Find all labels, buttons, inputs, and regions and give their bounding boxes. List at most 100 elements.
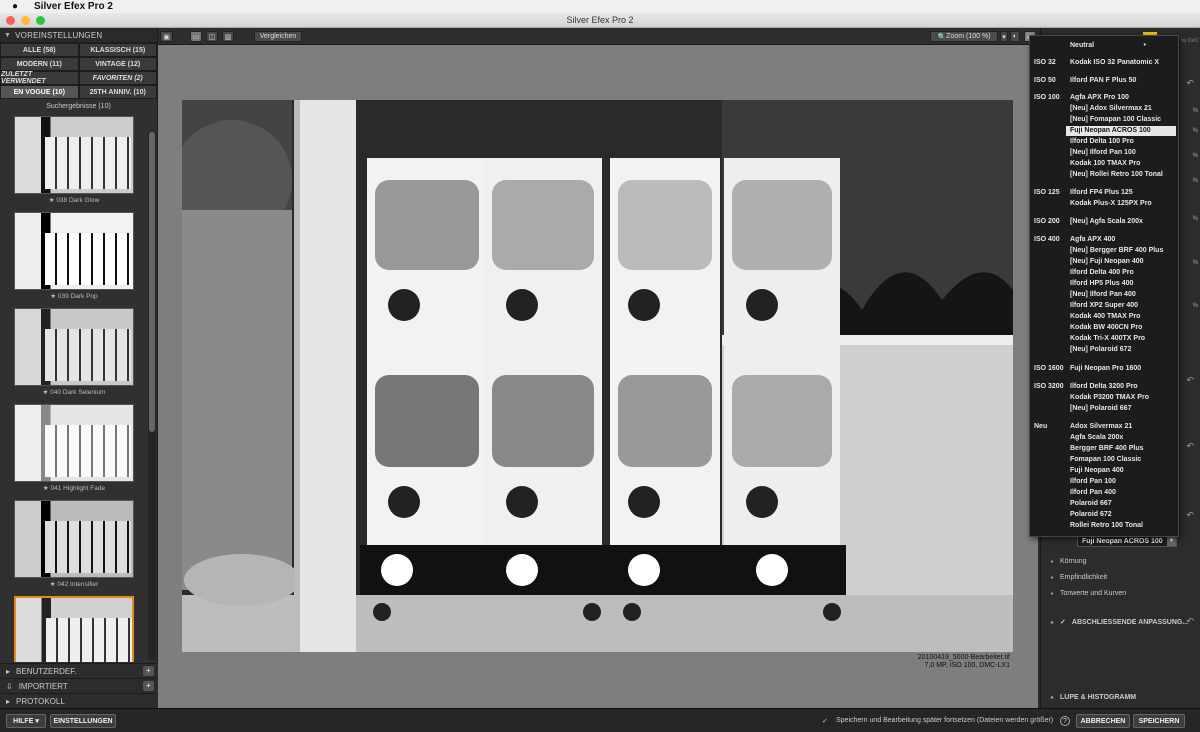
preset-item[interactable]: ★ 038 Dark Glow xyxy=(14,116,134,206)
side-by-side-button[interactable]: ▥ xyxy=(222,31,234,42)
preset-item[interactable]: ★ 040 Dark Selenium xyxy=(14,308,134,398)
film-option[interactable]: [Neu] Polaroid 667 xyxy=(1030,404,1180,415)
film-option[interactable]: ISO 125 Ilford FP4 Plus 125 xyxy=(1030,188,1180,199)
film-option[interactable]: [Neu] Adox Silvermax 21 xyxy=(1030,104,1180,115)
add-custom-preset-button[interactable]: + xyxy=(143,666,154,676)
minimize-window-button[interactable] xyxy=(21,16,30,25)
film-option[interactable]: Ilford Pan 400 xyxy=(1030,488,1180,499)
category-recent[interactable]: ZULETZT VERWENDET xyxy=(0,71,79,85)
film-option[interactable]: ISO 100 Agfa APX Pro 100 xyxy=(1030,93,1180,104)
film-option[interactable]: [Neu] Bergger BRF 400 Plus xyxy=(1030,246,1180,257)
help-button[interactable]: HILFE ▾ xyxy=(6,714,46,728)
preset-label: ★ 041 Highlight Fade xyxy=(42,485,106,492)
zoom-dropdown-icon[interactable]: ▾ xyxy=(1000,31,1008,42)
settings-button[interactable]: EINSTELLUNGEN xyxy=(50,714,116,728)
category-favorites[interactable]: FAVORITEN (2) xyxy=(78,71,157,85)
compare-button[interactable]: Vergleichen xyxy=(254,31,302,42)
preset-item[interactable]: ★ 039 Dark Pop xyxy=(14,212,134,302)
split-view-button[interactable]: ◫ xyxy=(206,31,218,42)
film-option[interactable]: ISO 3200 Ilford Delta 3200 Pro xyxy=(1030,382,1180,393)
save-button[interactable]: SPEICHERN xyxy=(1133,714,1185,728)
zoom-window-button[interactable] xyxy=(36,16,45,25)
film-option[interactable]: Bergger BRF 400 Plus xyxy=(1030,444,1180,455)
reset-icon[interactable]: ↶ xyxy=(1186,78,1194,89)
film-option[interactable]: Polaroid 667 xyxy=(1030,499,1180,510)
toggle-panel-button[interactable]: ▣ xyxy=(160,31,173,42)
expand-arrow-icon: ▸ xyxy=(6,696,11,706)
help-icon[interactable]: ? xyxy=(1060,716,1070,726)
reset-icon[interactable]: ↶ xyxy=(1186,441,1194,452)
preset-item[interactable]: ★ 042 Intensifier xyxy=(14,500,134,590)
apple-icon[interactable]: ● xyxy=(0,1,30,12)
film-option[interactable]: ISO 50 Ilford PAN F Plus 50 xyxy=(1030,76,1180,87)
category-classic[interactable]: KLASSISCH (15) xyxy=(78,43,157,57)
preset-list-scrollbar[interactable] xyxy=(148,132,156,660)
film-option[interactable]: Neutral • xyxy=(1030,41,1180,52)
app-menu[interactable]: Silver Efex Pro 2 xyxy=(30,1,113,12)
category-en-vogue[interactable]: EN VOGUE (10) xyxy=(0,85,79,99)
film-option[interactable]: Kodak 400 TMAX Pro xyxy=(1030,312,1180,323)
history-section[interactable]: ▸ PROTOKOLL xyxy=(0,693,158,708)
film-option[interactable]: ISO 400 Agfa APX 400 xyxy=(1030,235,1180,246)
film-option[interactable]: [Neu] Fuji Neopan 400 xyxy=(1030,257,1180,268)
single-view-button[interactable]: ▭ xyxy=(190,31,202,42)
film-option[interactable]: Neu Adox Silvermax 21 xyxy=(1030,422,1180,433)
film-option[interactable]: Kodak Plus-X 125PX Pro xyxy=(1030,199,1180,210)
film-option[interactable]: Ilford Delta 400 Pro xyxy=(1030,268,1180,279)
film-type-select[interactable]: Fuji Neopan ACROS 100 ▾ xyxy=(1077,536,1177,547)
film-option[interactable]: [Neu] Rollei Retro 100 Tonal xyxy=(1030,170,1180,181)
film-option[interactable]: [Neu] Ilford Pan 100 xyxy=(1030,148,1180,159)
import-preset-button[interactable]: + xyxy=(143,681,154,691)
film-option[interactable]: Kodak 100 TMAX Pro xyxy=(1030,159,1180,170)
image-canvas[interactable]: 20100419_5000-Bearbeitet.tif 7,0 MP, ISO… xyxy=(158,45,1038,708)
close-window-button[interactable] xyxy=(6,16,15,25)
cancel-button[interactable]: ABBRECHEN xyxy=(1076,714,1130,728)
film-option[interactable]: ISO 32 Kodak ISO 32 Panatomic X xyxy=(1030,58,1180,69)
film-option[interactable]: [Neu] Polaroid 672 xyxy=(1030,345,1180,356)
reset-icon[interactable]: ↶ xyxy=(1186,510,1194,521)
presets-header[interactable]: ▼ VOREINSTELLUNGEN xyxy=(0,28,157,43)
film-option[interactable]: [Neu] Fomapan 100 Classic xyxy=(1030,115,1180,126)
category-vintage[interactable]: VINTAGE (12) xyxy=(78,57,157,71)
film-option[interactable]: ISO 1600 Fuji Neopan Pro 1600 xyxy=(1030,364,1180,375)
category-all[interactable]: ALLE (58) xyxy=(0,43,79,57)
film-option[interactable]: Kodak BW 400CN Pro xyxy=(1030,323,1180,334)
save-later-label: Speichern und Bearbeitung später fortset… xyxy=(836,717,1054,724)
film-option[interactable]: [Neu] Ilford Pan 400 xyxy=(1030,290,1180,301)
film-type-dropdown: Neutral • ISO 32 Kodak ISO 32 Panatomic X … xyxy=(1029,35,1179,537)
finishing-section[interactable]: ▸ ✓ ABSCHLIESSENDE ANPASSUNG... xyxy=(1051,618,1188,627)
category-25th-anniv[interactable]: 25TH ANNIV. (10) xyxy=(78,85,157,99)
film-option[interactable]: Fomapan 100 Classic xyxy=(1030,455,1180,466)
film-option[interactable]: Kodak Tri-X 400TX Pro xyxy=(1030,334,1180,345)
film-option[interactable]: ISO 200 [Neu] Agfa Scala 200x xyxy=(1030,217,1180,228)
image-info: 20100419_5000-Bearbeitet.tif 7,0 MP, ISO… xyxy=(918,654,1010,670)
film-option[interactable]: Ilford XP2 Super 400 xyxy=(1030,301,1180,312)
tone-curves-section[interactable]: ▸ Tonwerte und Kurven xyxy=(1051,590,1126,597)
finishing-checkbox[interactable]: ✓ xyxy=(1060,618,1066,626)
imported-presets-section[interactable]: ⇩ IMPORTIERT + xyxy=(0,678,158,693)
reset-icon[interactable]: ↶ xyxy=(1186,616,1194,627)
save-later-checkbox[interactable]: ✓ xyxy=(822,717,828,725)
film-option[interactable]: Ilford HP5 Plus 400 xyxy=(1030,279,1180,290)
film-option[interactable]: Rollei Retro 100 Tonal xyxy=(1030,521,1180,532)
film-option[interactable]: Ilford Pan 100 xyxy=(1030,477,1180,488)
grain-section[interactable]: ▸ Körnung xyxy=(1051,558,1086,565)
custom-presets-section[interactable]: ▸ BENUTZERDEF. + xyxy=(0,663,158,678)
reset-icon[interactable]: ↶ xyxy=(1186,375,1194,386)
film-option[interactable]: Agfa Scala 200x xyxy=(1030,433,1180,444)
preset-item-selected[interactable] xyxy=(14,596,134,662)
scrollbar-knob[interactable] xyxy=(149,132,155,432)
background-toggle-button[interactable]: ◐ xyxy=(1010,31,1020,42)
sensitivity-section[interactable]: ▸ Empfindlichkeit xyxy=(1051,574,1107,581)
film-option[interactable]: Fuji Neopan 400 xyxy=(1030,466,1180,477)
loupe-histogram-section[interactable]: ▸ LUPE & HISTOGRAMM xyxy=(1051,694,1136,701)
category-modern[interactable]: MODERN (11) xyxy=(0,57,79,71)
film-option[interactable]: Polaroid 672 xyxy=(1030,510,1180,521)
film-option[interactable]: Kodak P3200 TMAX Pro xyxy=(1030,393,1180,404)
film-option-selected[interactable]: Fuji Neopan ACROS 100 xyxy=(1030,126,1180,137)
film-option[interactable]: Ilford Delta 100 Pro xyxy=(1030,137,1180,148)
expand-arrow-icon: ▸ xyxy=(1051,559,1055,565)
preset-item[interactable]: ★ 041 Highlight Fade xyxy=(14,404,134,494)
preset-categories: ALLE (58) KLASSISCH (15) MODERN (11) VIN… xyxy=(0,43,157,99)
zoom-select[interactable]: 🔍 Zoom (100 %) xyxy=(930,31,998,42)
